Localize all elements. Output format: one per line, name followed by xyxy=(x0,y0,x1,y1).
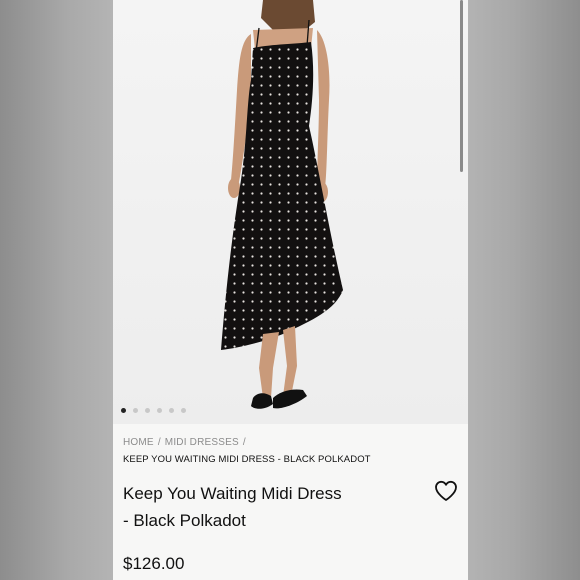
carousel-dot[interactable] xyxy=(181,408,186,413)
scroll-indicator[interactable] xyxy=(460,0,463,172)
carousel-dot[interactable] xyxy=(145,408,150,413)
breadcrumb: HOME / MIDI DRESSES / xyxy=(123,437,250,448)
breadcrumb-current-page: KEEP YOU WAITING MIDI DRESS - BLACK POLK… xyxy=(123,454,371,465)
carousel-dots xyxy=(121,408,186,413)
carousel-dot[interactable] xyxy=(157,408,162,413)
blurred-background-left xyxy=(0,0,113,580)
carousel-dot[interactable] xyxy=(133,408,138,413)
heart-outline-icon xyxy=(435,480,457,501)
breadcrumb-separator: / xyxy=(157,437,161,448)
product-image-carousel[interactable] xyxy=(113,0,468,424)
carousel-dot[interactable] xyxy=(169,408,174,413)
breadcrumb-midi-dresses[interactable]: MIDI DRESSES xyxy=(165,437,239,448)
product-title-line-1: Keep You Waiting Midi Dress xyxy=(123,484,342,503)
product-title-line-2: - Black Polkadot xyxy=(123,511,246,530)
breadcrumb-separator: / xyxy=(242,437,246,448)
product-title: Keep You Waiting Midi Dress - Black Polk… xyxy=(123,480,423,534)
breadcrumb-home[interactable]: HOME xyxy=(123,437,154,448)
blurred-background-right xyxy=(468,0,580,580)
carousel-dot[interactable] xyxy=(121,408,126,413)
product-info: HOME / MIDI DRESSES / KEEP YOU WAITING MIDI… xyxy=(113,424,468,580)
product-price: $126.00 xyxy=(123,554,185,573)
wishlist-button[interactable] xyxy=(434,480,458,502)
product-page: HOME / MIDI DRESSES / KEEP YOU WAITING MIDI… xyxy=(113,0,468,580)
product-photo xyxy=(221,0,343,409)
